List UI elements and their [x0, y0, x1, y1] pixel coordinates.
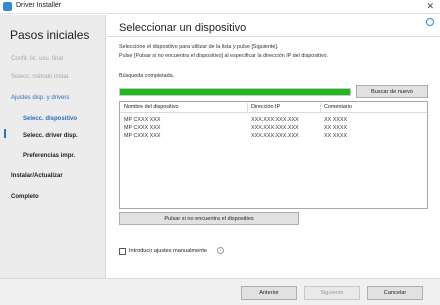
title-divider — [107, 36, 440, 37]
search-again-button[interactable]: Buscar de nuevo — [356, 85, 428, 98]
progress-fill — [120, 89, 350, 95]
device-table[interactable]: Nombre del dispositivo Dirección IP Come… — [119, 101, 428, 209]
step-select-device: Selecc. dispositivo — [23, 116, 78, 122]
page-title: Seleccionar un dispositivo — [119, 22, 247, 34]
device-name-cell: MP CXXX XXX — [124, 117, 161, 123]
instruction-line-1: Seleccione el dispositivo para utilizar … — [119, 44, 279, 50]
step-complete: Completo — [11, 194, 39, 200]
sidebar: Pasos iniciales Confir. lic. usu. final … — [0, 15, 106, 288]
device-name-cell: MP CXXX XXX — [124, 125, 161, 131]
column-divider — [320, 103, 321, 112]
back-button[interactable]: Anterior — [241, 286, 297, 300]
table-row[interactable]: MP CXXX XXX XXX.XXX.XXX.XXX XX XXXX — [120, 124, 427, 132]
column-device-name[interactable]: Nombre del dispositivo — [124, 104, 179, 110]
footer-bar: Anterior Siguiente Cancelar — [0, 278, 440, 305]
device-not-found-button[interactable]: Pulsar si no encuentra el dispositivo — [119, 212, 299, 225]
ip-address-cell: XXX.XXX.XXX.XXX — [251, 125, 299, 131]
comment-cell: XX XXXX — [324, 133, 348, 139]
device-name-cell: MP CXXX XXX — [124, 133, 161, 139]
step-license: Confir. lic. usu. final — [11, 56, 64, 62]
table-row[interactable]: MP CXXX XXX XXX.XXX.XXX.XXX XX XXXX — [120, 132, 427, 140]
step-install-method: Selecc. método instal. — [11, 74, 70, 80]
next-button[interactable]: Siguiente — [304, 286, 360, 300]
window-title: Driver Installer — [16, 2, 62, 9]
comment-cell: XX XXXX — [324, 117, 348, 123]
close-icon[interactable]: ✕ — [426, 1, 434, 12]
sidebar-heading: Pasos iniciales — [10, 28, 90, 42]
column-ip-address[interactable]: Dirección IP — [251, 104, 280, 110]
main-panel: Seleccionar un dispositivo Seleccione el… — [107, 15, 440, 288]
column-divider — [247, 103, 248, 112]
ip-address-cell: XXX.XXX.XXX.XXX — [251, 117, 299, 123]
column-comment[interactable]: Comentario — [324, 104, 352, 110]
title-bar: Driver Installer ✕ — [0, 0, 440, 14]
manual-settings-label[interactable]: Introducir ajustes manualmente — [129, 248, 207, 254]
brand-icon — [426, 18, 434, 26]
search-status: Búsqueda completada. — [119, 73, 175, 79]
ip-address-cell: XXX.XXX.XXX.XXX — [251, 133, 299, 139]
step-select-driver: Selecc. driver disp. — [23, 133, 78, 139]
step-install-update: Instalar/Actualizar — [11, 173, 63, 179]
cancel-button[interactable]: Cancelar — [367, 286, 423, 300]
comment-cell: XX XXXX — [324, 125, 348, 131]
app-icon — [3, 2, 12, 11]
step-print-preferences: Preferencias impr. — [23, 153, 76, 159]
table-header: Nombre del dispositivo Dirección IP Come… — [120, 102, 427, 113]
active-step-indicator — [4, 129, 6, 138]
table-row[interactable]: MP CXXX XXX XXX.XXX.XXX.XXX XX XXXX — [120, 116, 427, 124]
instruction-line-2: Pulse [Pulsar si no encuentra el disposi… — [119, 53, 329, 59]
manual-settings-checkbox[interactable] — [119, 248, 126, 255]
step-device-settings: Ajustes disp. y drivers — [11, 95, 70, 101]
info-icon[interactable]: i — [217, 247, 224, 254]
search-progress-bar — [119, 88, 351, 96]
